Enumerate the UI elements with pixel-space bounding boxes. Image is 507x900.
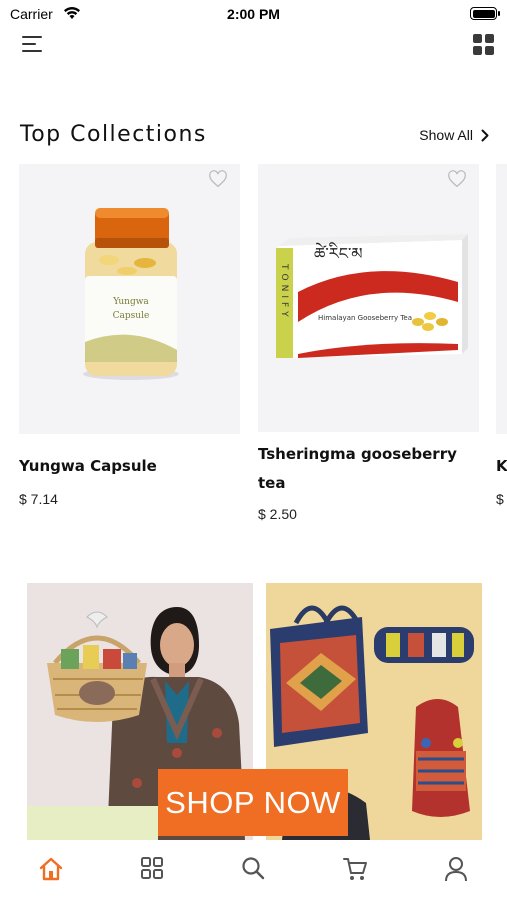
tea-front-text: Himalayan Gooseberry Tea (318, 314, 412, 322)
favorite-heart-icon[interactable] (208, 170, 228, 188)
product-card[interactable]: K $ (496, 164, 507, 507)
product-image (496, 164, 507, 434)
hamburger-line (22, 43, 36, 45)
product-price: $ 2.50 (258, 506, 297, 522)
product-image: Yungwa Capsule (19, 164, 240, 434)
product-card[interactable]: Yungwa Capsule Yungwa Capsule $ 7.14 (19, 164, 240, 507)
search-icon (242, 857, 265, 880)
capsule-bottle-image: Yungwa Capsule (83, 208, 179, 380)
svg-text:Yungwa: Yungwa (112, 297, 149, 307)
categories-icon (141, 857, 164, 879)
hamburger-menu-icon (22, 36, 42, 38)
svg-text:Capsule: Capsule (113, 311, 150, 321)
battery-icon (470, 7, 500, 20)
product-name: K (496, 457, 507, 475)
profile-icon (445, 857, 468, 882)
product-price: $ 7.14 (19, 491, 58, 507)
cart-icon (342, 858, 367, 880)
banner-accent-block (27, 806, 158, 840)
grid-cell (485, 34, 494, 43)
show-all-link[interactable]: Show All (419, 127, 489, 143)
grid-cell (485, 46, 494, 55)
grid-cell (473, 46, 482, 55)
favorite-heart-icon[interactable] (447, 170, 467, 188)
grid-view-icon (473, 34, 482, 43)
hamburger-line (22, 50, 42, 52)
product-name: Tsheringma gooseberry tea (258, 445, 457, 492)
tab-cart[interactable] (335, 856, 375, 888)
tea-box-image: TONIFY ཚེ་རིང་མ Himalayan Gooseberry Tea (276, 234, 468, 358)
svg-text:ཚེ་རིང་མ: ཚེ་རིང་མ (314, 242, 363, 263)
product-name: Yungwa Capsule (19, 457, 157, 475)
bottom-tab-bar (0, 840, 507, 900)
home-screen: Carrier 2:00 PM Top Collections Show All (0, 0, 507, 900)
clock: 2:00 PM (227, 6, 280, 22)
menu-button[interactable] (22, 35, 42, 53)
tea-side-text: TONIFY (279, 263, 289, 321)
tab-home[interactable] (31, 856, 71, 888)
tab-categories[interactable] (132, 856, 172, 888)
chevron-right-icon (481, 129, 489, 141)
product-card[interactable]: TONIFY ཚེ་རིང་མ Himalayan Gooseberry Tea… (258, 164, 479, 522)
grid-view-button[interactable] (473, 34, 494, 55)
section-title: Top Collections (20, 122, 207, 147)
tab-search[interactable] (233, 856, 273, 888)
status-bar: Carrier 2:00 PM (0, 0, 507, 28)
home-icon (39, 857, 62, 881)
show-all-label: Show All (419, 127, 473, 143)
shop-now-button[interactable]: SHOP NOW (158, 769, 348, 836)
tab-profile[interactable] (436, 856, 476, 888)
product-price: $ (496, 491, 504, 507)
product-image: TONIFY ཚེ་རིང་མ Himalayan Gooseberry Tea (258, 164, 479, 432)
